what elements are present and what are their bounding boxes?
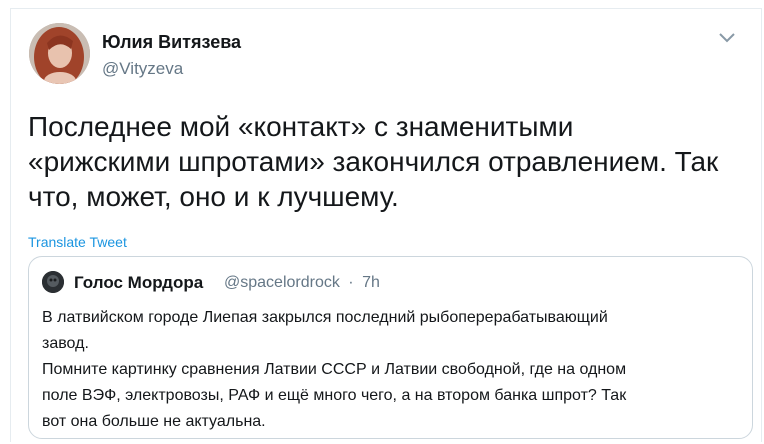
- quoted-author-avatar[interactable]: [42, 271, 64, 293]
- quoted-text: В латвийском городе Лиепая закрылся посл…: [42, 305, 722, 435]
- tweet-card: Юлия Витязева @Vityzeva Последнее мой «к…: [10, 8, 762, 442]
- translate-tweet-link[interactable]: Translate Tweet: [28, 234, 127, 250]
- quoted-author-name[interactable]: Голос Мордора: [74, 273, 203, 293]
- tweet-text-line: «рижскими шпротами» закончился отравлени…: [28, 146, 719, 177]
- tweet-text: Последнее мой «контакт» с знаменитыми «р…: [28, 109, 728, 214]
- quoted-time[interactable]: 7h: [362, 274, 380, 291]
- quoted-author-handle[interactable]: @spacelordrock: [224, 274, 340, 291]
- quoted-text-line: вот она больше не актуальна.: [42, 413, 266, 430]
- quoted-text-line: поле ВЭФ, электровозы, РАФ и ещё много ч…: [42, 387, 627, 404]
- author-avatar[interactable]: [29, 23, 90, 84]
- quoted-tweet[interactable]: Голос Мордора @spacelordrock · 7h В латв…: [28, 256, 753, 439]
- chevron-down-icon[interactable]: [717, 31, 737, 45]
- quoted-text-line: Помните картинку сравнения Латвии СССР и…: [42, 361, 627, 378]
- quoted-meta: @spacelordrock · 7h: [224, 274, 384, 292]
- tweet-text-line: что, может, оно и к лучшему.: [28, 181, 399, 212]
- tweet-text-line: Последнее мой «контакт» с знаменитыми: [28, 111, 574, 142]
- author-handle[interactable]: @Vityzeva: [102, 59, 183, 79]
- quoted-text-line: завод.: [42, 335, 89, 352]
- meta-separator: ·: [348, 274, 354, 291]
- quoted-text-line: В латвийском городе Лиепая закрылся посл…: [42, 309, 608, 326]
- author-name[interactable]: Юлия Витязева: [102, 32, 241, 53]
